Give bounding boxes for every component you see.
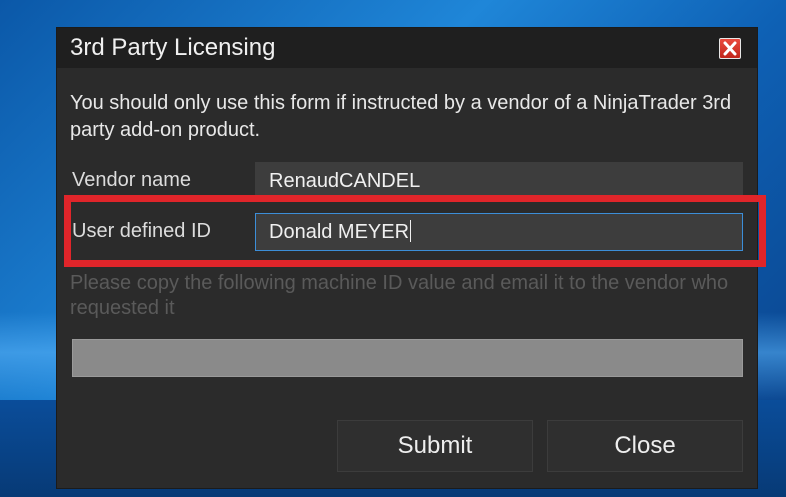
close-button[interactable]: Close	[547, 420, 743, 472]
machine-id-hint: Please copy the following machine ID val…	[70, 272, 729, 319]
vendor-name-field[interactable]: RenaudCANDEL	[255, 162, 743, 200]
close-icon[interactable]	[719, 38, 741, 59]
user-defined-id-value: Donald MEYER	[269, 221, 410, 243]
vendor-name-label: Vendor name	[72, 169, 191, 191]
licensing-dialog: 3rd Party Licensing You should only use …	[56, 27, 758, 489]
user-defined-id-input[interactable]: Donald MEYER	[255, 213, 743, 251]
user-defined-id-label: User defined ID	[72, 220, 211, 242]
submit-button[interactable]: Submit	[337, 420, 533, 472]
dialog-title: 3rd Party Licensing	[70, 34, 276, 61]
text-caret	[410, 220, 412, 243]
info-text: You should only use this form if instruc…	[70, 92, 732, 141]
machine-id-field[interactable]	[72, 339, 743, 377]
dialog-titlebar: 3rd Party Licensing	[57, 28, 757, 68]
